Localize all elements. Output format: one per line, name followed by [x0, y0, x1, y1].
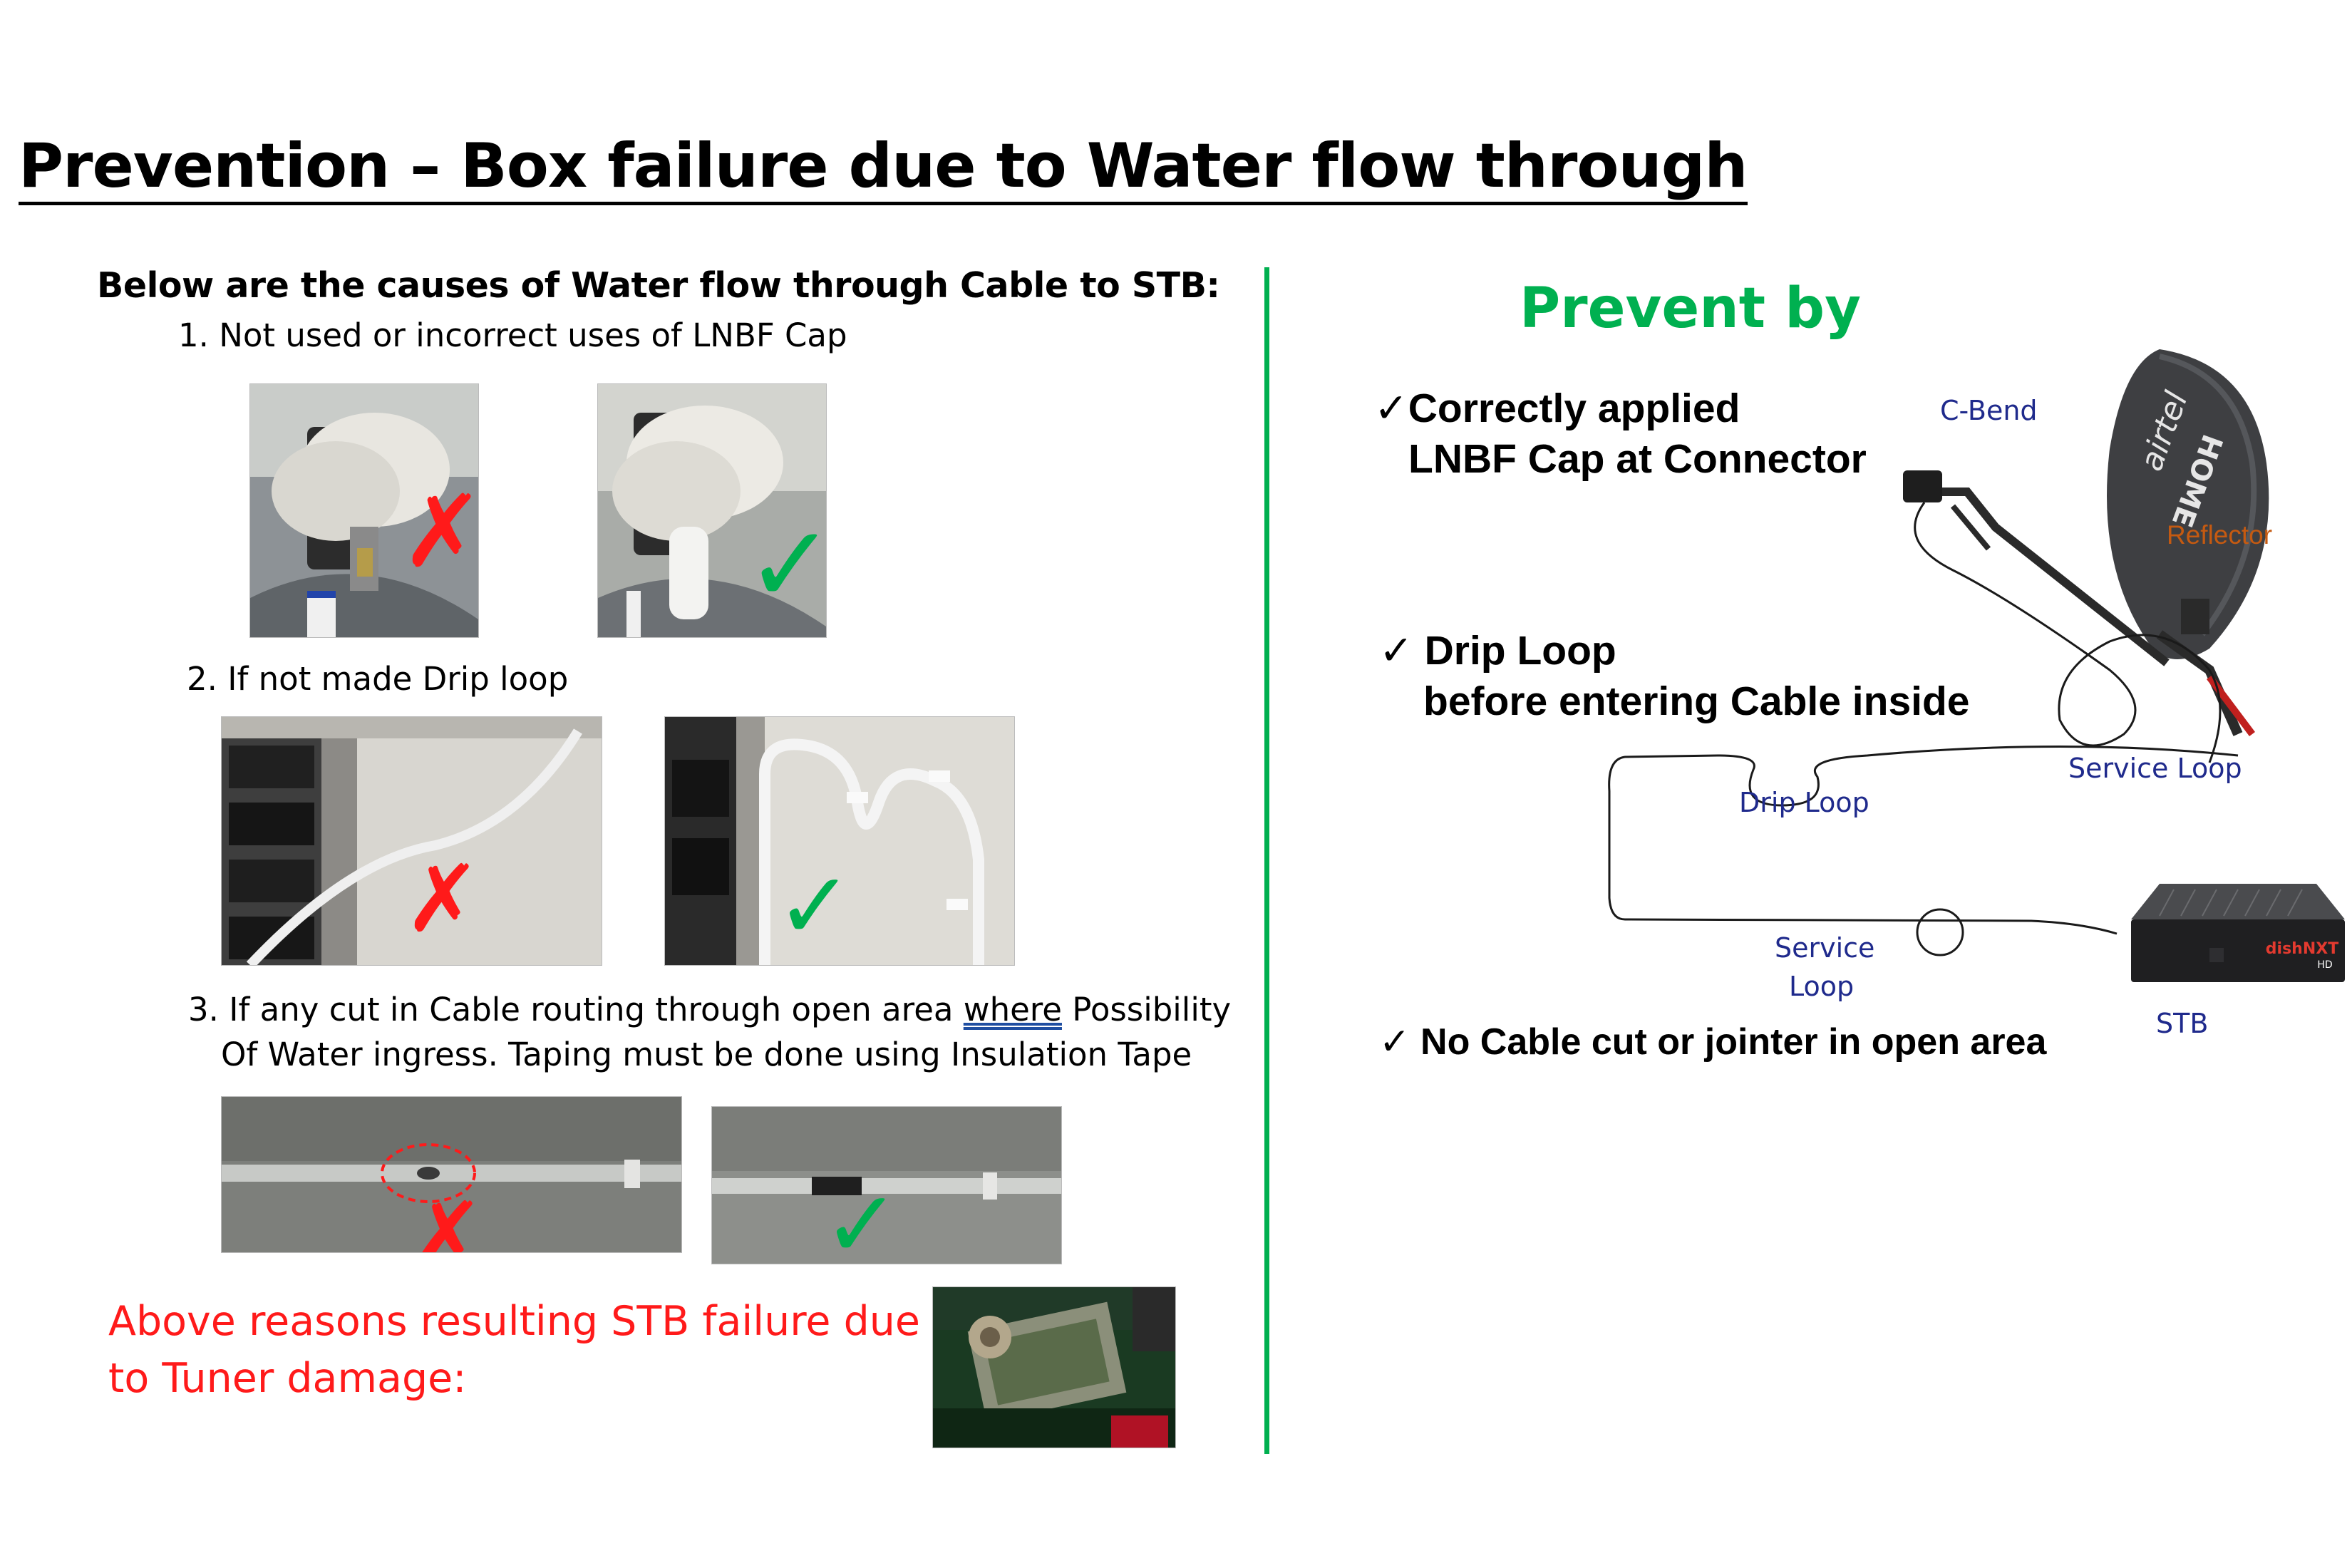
lnb-no-cap-photo: ✗: [249, 383, 479, 638]
wrong-mark: ✗: [401, 474, 478, 590]
causes-heading: Below are the causes of Water flow throu…: [97, 265, 1220, 306]
cause-item-1: 1. Not used or incorrect uses of LNBF Ca…: [178, 316, 847, 354]
no-drip-loop-photo: ✗: [221, 716, 602, 966]
service-loop-circle: [1916, 908, 1964, 956]
lnb-with-cap-photo: ✓: [597, 383, 827, 638]
cable-cut-photo: ✗: [221, 1096, 682, 1253]
check-icon: ✓: [1379, 628, 1413, 674]
wrong-mark: ✗: [404, 845, 482, 953]
label-loop: Loop: [1789, 971, 1855, 1002]
page-title: Prevention – Box failure due to Water fl…: [19, 130, 1748, 206]
label-drip-loop: Drip Loop: [1739, 787, 1869, 818]
column-divider: [1264, 267, 1269, 1454]
label-c-bend: C-Bend: [1940, 395, 2038, 426]
tuner-damage-note: Above reasons resulting STB failure due …: [108, 1298, 920, 1402]
stb-device: dishNXT HD: [2131, 884, 2345, 982]
label-service: Service: [1775, 932, 1875, 964]
cause-item-2: 2. If not made Drip loop: [187, 660, 569, 698]
installation-diagram: airtel HOME dishNXT HD: [1608, 349, 2345, 982]
label-service-loop-top: Service Loop: [2068, 753, 2242, 784]
prevent-by-heading: Prevent by: [1520, 277, 1861, 341]
stb-brand: dishNXT: [2266, 940, 2338, 958]
cause-item-3-line2: Of Water ingress. Taping must be done us…: [221, 1036, 1192, 1073]
tuner-damage-photo: [932, 1286, 1176, 1448]
check-icon: ✓: [1379, 1021, 1410, 1063]
check-icon: ✓: [1374, 386, 1408, 431]
stb-brand-badge: HD: [2317, 959, 2332, 971]
right-mark: ✓: [823, 1170, 901, 1264]
label-stb: STB: [2156, 1008, 2209, 1039]
right-mark: ✓: [776, 852, 854, 960]
taped-cable-photo: ✓: [711, 1106, 1062, 1264]
wrong-mark: ✗: [408, 1182, 485, 1252]
title-emphasis: Prevention: [19, 130, 390, 202]
label-reflector: Reflector: [2167, 520, 2273, 550]
title-rest: – Box failure due to Water flow through: [389, 130, 1748, 202]
drip-loop-photo: ✓: [664, 716, 1015, 966]
cause-item-3-line1: 3. If any cut in Cable routing through o…: [188, 991, 1232, 1028]
right-mark: ✓: [746, 503, 826, 627]
